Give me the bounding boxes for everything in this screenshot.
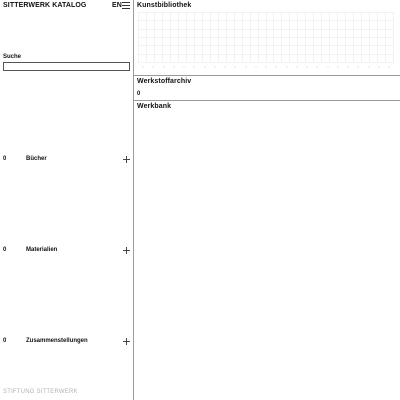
column-divider — [133, 0, 134, 400]
hamburger-menu-icon[interactable] — [122, 2, 130, 9]
category-count: 0 — [3, 156, 7, 162]
language-toggle[interactable]: EN — [112, 2, 122, 9]
category-count: 0 — [3, 338, 7, 344]
plus-icon[interactable] — [123, 247, 130, 254]
shelf-grid[interactable] — [138, 12, 394, 70]
werkstoffarchiv-title[interactable]: Werkstoffarchiv — [137, 78, 191, 85]
category-count: 0 — [3, 247, 7, 253]
section-divider — [134, 75, 400, 76]
search-label: Suche — [3, 54, 22, 60]
werkstoffarchiv-count: 0 — [137, 91, 141, 97]
category-label: Materialien — [26, 247, 58, 253]
category-label: Bücher — [26, 156, 47, 162]
plus-icon[interactable] — [123, 338, 130, 345]
footer-text[interactable]: STIFTUNG SITTERWERK — [3, 389, 78, 395]
shelf-grid-svg — [138, 12, 394, 68]
category-label: Zusammenstellungen — [26, 338, 88, 344]
werkbank-title[interactable]: Werkbank — [137, 103, 171, 110]
section-divider — [134, 100, 400, 101]
plus-icon[interactable] — [123, 156, 130, 163]
search-input[interactable] — [3, 62, 130, 71]
kunstbibliothek-title[interactable]: Kunstbibliothek — [137, 2, 191, 9]
app-title[interactable]: SITTERWERK KATALOG — [3, 2, 86, 9]
